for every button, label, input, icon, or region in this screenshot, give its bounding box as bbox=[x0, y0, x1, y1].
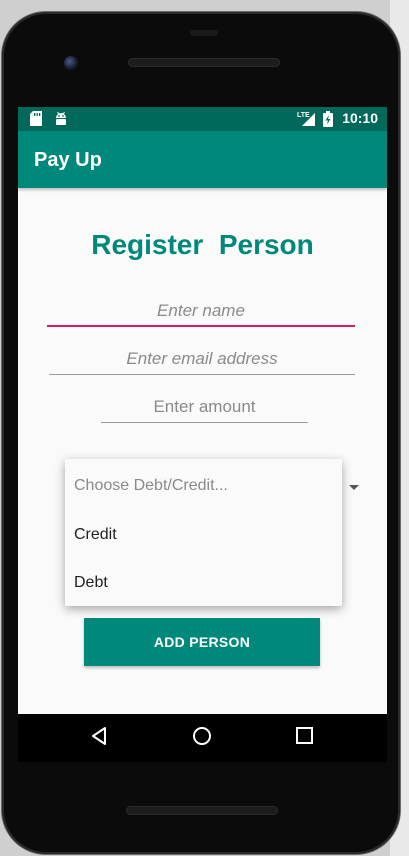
sd-card-icon bbox=[30, 111, 42, 131]
back-icon[interactable] bbox=[90, 726, 108, 751]
signal-icon: LTE bbox=[297, 110, 317, 132]
amount-underline bbox=[101, 422, 308, 423]
bottom-speaker bbox=[126, 806, 278, 815]
top-notch bbox=[190, 30, 218, 36]
email-field[interactable] bbox=[49, 345, 355, 375]
navigation-bar bbox=[18, 714, 387, 762]
dropdown-hint-item[interactable]: Choose Debt/Credit... bbox=[74, 477, 228, 495]
network-type-label: LTE bbox=[297, 112, 310, 119]
name-field[interactable] bbox=[47, 297, 355, 327]
earpiece-speaker bbox=[128, 58, 280, 67]
app-screen: LTE 10:10 Pay Up Register Person Choose … bbox=[18, 107, 387, 754]
recents-icon[interactable] bbox=[296, 727, 314, 750]
status-bar: LTE 10:10 bbox=[18, 107, 387, 131]
add-person-button[interactable]: ADD PERSON bbox=[84, 618, 320, 666]
front-camera bbox=[64, 56, 78, 70]
name-input[interactable] bbox=[47, 297, 355, 325]
battery-charging-icon bbox=[323, 111, 333, 132]
app-title: Pay Up bbox=[34, 149, 102, 171]
clock: 10:10 bbox=[342, 110, 378, 126]
android-icon bbox=[54, 111, 68, 131]
amount-input[interactable] bbox=[101, 393, 308, 421]
amount-field[interactable] bbox=[101, 393, 308, 423]
page-title: Register Person bbox=[91, 229, 314, 260]
app-bar: Pay Up bbox=[18, 131, 387, 188]
name-underline bbox=[47, 325, 355, 327]
home-icon[interactable] bbox=[192, 726, 212, 751]
email-input[interactable] bbox=[49, 345, 355, 373]
dropdown-option-debt[interactable]: Debt bbox=[74, 574, 108, 592]
debt-credit-dropdown: Choose Debt/Credit... Credit Debt bbox=[65, 459, 342, 606]
email-underline bbox=[49, 374, 355, 375]
dropdown-arrow-icon[interactable] bbox=[349, 485, 359, 490]
dropdown-option-credit[interactable]: Credit bbox=[74, 526, 117, 544]
